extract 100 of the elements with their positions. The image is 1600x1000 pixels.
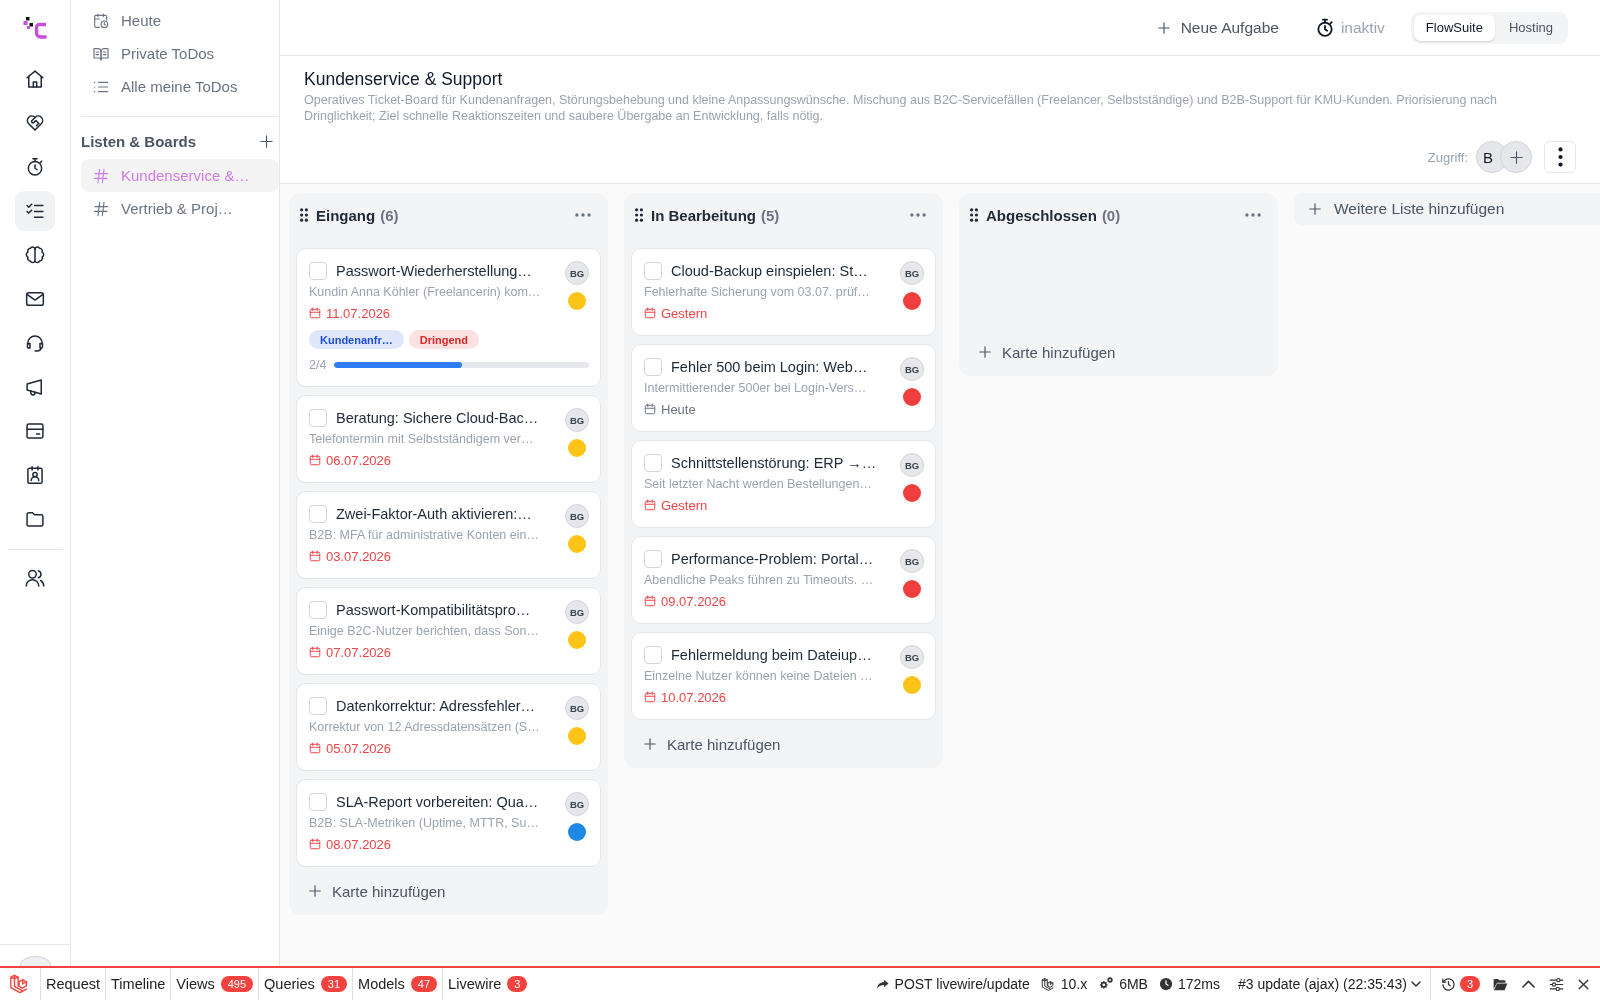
add-card-button[interactable]: Karte hinzufügen <box>631 724 936 764</box>
task-checkbox[interactable] <box>309 697 327 715</box>
history-icon <box>1440 976 1456 992</box>
calendar-icon <box>309 550 321 562</box>
tag[interactable]: Kundenanfr… <box>309 330 404 349</box>
assignee-avatar[interactable]: BG <box>900 453 924 477</box>
more-icon[interactable] <box>910 213 926 217</box>
workspace-tab[interactable]: FlowSuite <box>1413 14 1495 41</box>
due-date: 08.07.2026 <box>326 836 392 852</box>
gears-icon <box>1098 976 1115 992</box>
history-button[interactable]: 3 <box>1440 976 1480 992</box>
task-card[interactable]: Schnittstellenstörung: ERP →… Seit letzter Nacht werden Bestellungen… Gestern BG <box>631 440 936 528</box>
assignee-avatar[interactable]: BG <box>900 357 924 381</box>
task-card[interactable]: Datenkorrektur: Adressfehler… Korrektur von 12 Adressdatensätzen (S… 05.07.2026 BG <box>296 683 601 771</box>
assignee-avatar[interactable]: BG <box>565 696 589 720</box>
sliders-icon[interactable] <box>1549 976 1564 992</box>
workspace-tab[interactable]: Hosting <box>1496 14 1565 41</box>
add-card-button[interactable]: Karte hinzufügen <box>296 871 601 911</box>
nav-link[interactable]: Private ToDos <box>81 37 279 70</box>
assignee-avatar[interactable]: BG <box>565 792 589 816</box>
task-card[interactable]: SLA-Report vorbereiten: Qua… B2B: SLA-Metriken (Uptime, MTTR, Su… 08.07.2026 BG <box>296 779 601 867</box>
debug-tab[interactable]: Livewire 3 <box>442 968 533 1000</box>
debug-tab[interactable]: Timeline <box>105 968 171 1000</box>
headset-icon <box>25 333 45 353</box>
tag[interactable]: Dringend <box>408 330 479 349</box>
task-card[interactable]: Performance-Problem: Portal… Abendliche Peaks führen zu Timeouts. … 09.07.2026 BG <box>631 536 936 624</box>
task-title: Fehler 500 beim Login: Web… <box>671 359 868 375</box>
drag-handle-icon[interactable] <box>635 208 643 222</box>
close-icon[interactable] <box>1577 977 1590 991</box>
assignee-avatar[interactable]: BG <box>565 600 589 624</box>
task-checkbox[interactable] <box>644 454 662 472</box>
board-link[interactable]: Vertrieb & Proj… <box>81 192 279 225</box>
count-badge: 31 <box>320 976 348 992</box>
nav-link[interactable]: Alle meine ToDos <box>81 70 279 103</box>
nav-link[interactable]: Heute <box>81 4 279 37</box>
pixel-logo-icon[interactable] <box>23 16 47 40</box>
section-title: Listen & Boards <box>81 132 197 150</box>
task-title: Passwort-Wiederherstellung… <box>336 263 532 279</box>
task-checkbox[interactable] <box>644 262 662 280</box>
task-checkbox[interactable] <box>644 358 662 376</box>
nav-button[interactable] <box>15 191 55 231</box>
assignee-avatar[interactable]: BG <box>900 645 924 669</box>
debug-tab[interactable]: Models 47 <box>352 968 443 1000</box>
add-card-button[interactable]: Karte hinzufügen <box>966 332 1271 372</box>
add-member-button[interactable] <box>1500 141 1532 173</box>
assignee-avatar[interactable]: BG <box>900 549 924 573</box>
add-list-button[interactable]: Weitere Liste hinzufügen <box>1294 193 1600 225</box>
stopwatch-icon <box>1314 17 1335 38</box>
calendar-icon <box>309 742 321 754</box>
task-checkbox[interactable] <box>309 262 327 280</box>
task-title: Passwort-Kompatibilitätspro… <box>336 602 531 618</box>
more-button[interactable] <box>1544 141 1576 173</box>
task-checkbox[interactable] <box>309 409 327 427</box>
open-book-icon <box>93 45 109 62</box>
request-select[interactable]: #3 update (ajax) (22:35:43) <box>1234 968 1431 1000</box>
debug-tab[interactable]: Views 495 <box>170 968 259 1000</box>
calendar-icon <box>644 403 656 415</box>
task-card[interactable]: Passwort-Kompatibilitätspro… Einige B2C-Nutzer berichten, dass Son… 07.07.2026 BG <box>296 587 601 675</box>
progress-text: 2/4 <box>309 358 327 372</box>
assignee-avatar[interactable]: BG <box>900 261 924 285</box>
contact-badge-icon <box>25 465 45 485</box>
task-card[interactable]: Cloud-Backup einspielen: St… Fehlerhafte Sicherung vom 03.07. prüf… Gestern BG <box>631 248 936 336</box>
task-checkbox[interactable] <box>309 505 327 523</box>
hash-icon <box>93 167 109 184</box>
due-date: Heute <box>661 401 696 417</box>
task-card[interactable]: Fehler 500 beim Login: Web… Intermittierender 500er bei Login-Vers… Heute BG <box>631 344 936 432</box>
stopwatch-icon <box>25 157 45 177</box>
task-checkbox[interactable] <box>644 646 662 664</box>
calendar-icon <box>309 838 321 850</box>
assignee-avatar[interactable]: BG <box>565 408 589 432</box>
assignee-avatar[interactable]: BG <box>565 504 589 528</box>
due-date: 10.07.2026 <box>661 689 727 705</box>
due-date: 07.07.2026 <box>326 644 392 660</box>
task-card[interactable]: Beratung: Sichere Cloud-Bac… Telefontermin mit Selbstständigem ver… 06.07.2026 BG <box>296 395 601 483</box>
plus-icon[interactable] <box>259 133 274 149</box>
task-card[interactable]: Passwort-Wiederherstellung… Kundin Anna Köhler (Freelancerin) kom… 11.07.2026 Kundenanfr… Dringend BG 2/4 <box>296 248 601 387</box>
debug-tab[interactable]: Queries 31 <box>258 968 353 1000</box>
task-card[interactable]: Fehlermeldung beim Dateiup… Einzelne Nutzer können keine Dateien … 10.07.2026 BG <box>631 632 936 720</box>
folder-icon <box>25 509 45 529</box>
task-card[interactable]: Zwei-Faktor-Auth aktivieren:… B2B: MFA für administrative Konten ein… 03.07.2026 BG <box>296 491 601 579</box>
megaphone-icon <box>25 377 45 397</box>
cube-icon <box>1040 976 1056 992</box>
task-title: Performance-Problem: Portal… <box>671 551 874 567</box>
home-icon <box>25 69 45 89</box>
debug-tab[interactable]: Request <box>40 968 105 1000</box>
brain-icon <box>25 245 45 265</box>
due-date: 06.07.2026 <box>326 452 392 468</box>
folder-icon[interactable] <box>1493 976 1508 992</box>
task-checkbox[interactable] <box>309 601 327 619</box>
assignee-avatar[interactable]: BG <box>565 261 589 285</box>
drag-handle-icon[interactable] <box>300 208 308 222</box>
new-task-button[interactable]: Neue Aufgabe <box>1144 9 1291 46</box>
more-icon[interactable] <box>575 213 591 217</box>
more-icon[interactable] <box>1245 213 1261 217</box>
task-checkbox[interactable] <box>309 793 327 811</box>
calendar-icon <box>309 454 321 466</box>
drag-handle-icon[interactable] <box>970 208 978 222</box>
task-description: Fehlerhafte Sicherung vom 03.07. prüf… <box>644 284 871 301</box>
task-checkbox[interactable] <box>644 550 662 568</box>
calendar-icon <box>644 307 656 319</box>
